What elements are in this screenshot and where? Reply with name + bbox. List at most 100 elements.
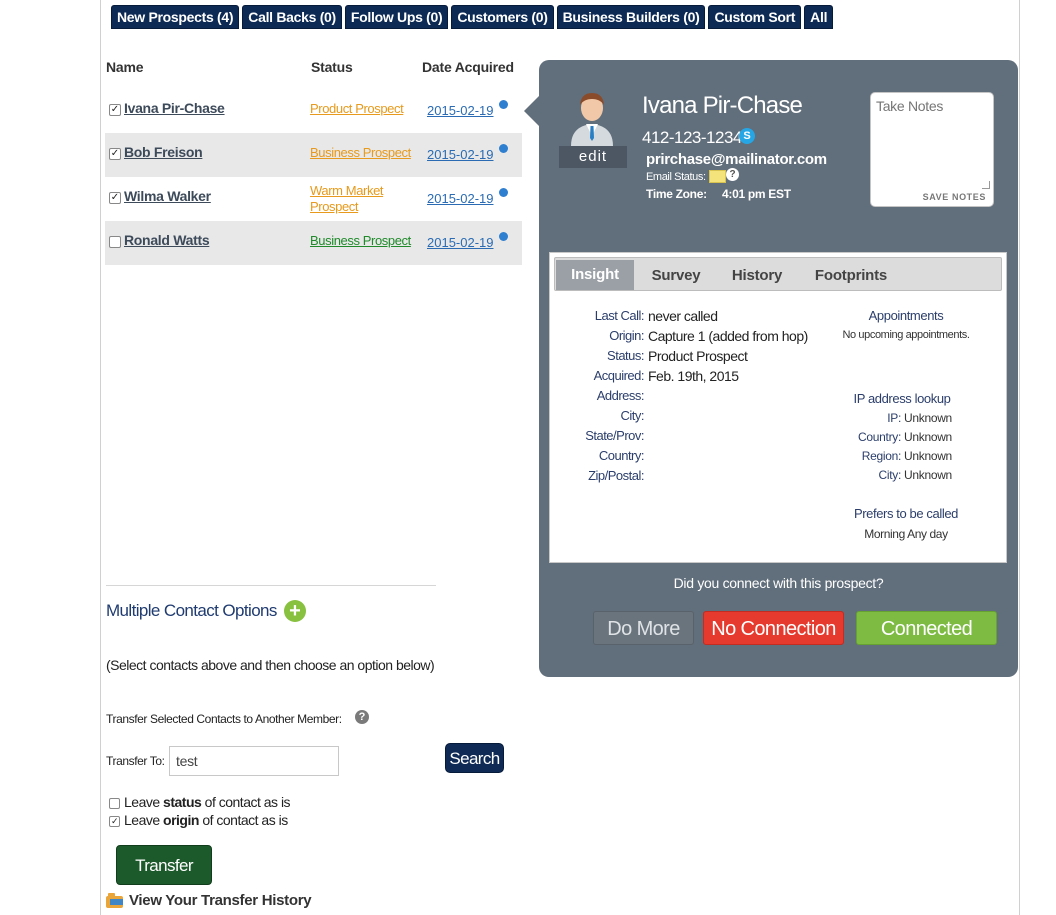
status-link[interactable]: Business Prospect — [310, 233, 411, 249]
tab-history[interactable]: History — [725, 261, 789, 291]
leave-origin-pre: Leave — [124, 812, 164, 828]
last-call-label: Last Call: — [594, 308, 645, 323]
acquired-label: Acquired: — [593, 368, 645, 383]
envelope-icon — [709, 170, 726, 183]
address-label: Address: — [596, 388, 645, 403]
indicator-dot — [499, 188, 508, 197]
leave-origin-bold: origin — [163, 812, 199, 828]
table-row[interactable]: ✓ Ivana Pir-Chase Product Prospect 2015-… — [105, 89, 522, 133]
ip-label: IP: — [887, 411, 901, 425]
tab-insight[interactable]: Insight — [556, 260, 634, 290]
date-link[interactable]: 2015-02-19 — [427, 235, 494, 250]
table-row[interactable]: Ronald Watts Business Prospect 2015-02-1… — [105, 221, 522, 265]
skype-icon[interactable]: S — [739, 128, 755, 144]
transfer-to-input[interactable] — [169, 746, 339, 776]
row-checkbox[interactable]: ✓ — [109, 192, 121, 204]
status-link[interactable]: Business Prospect — [310, 145, 411, 161]
column-header-status[interactable]: Status — [311, 59, 353, 75]
edit-contact-button[interactable]: edit — [559, 146, 627, 168]
left-border — [100, 0, 101, 915]
tab-business-builders[interactable]: Business Builders (0) — [556, 5, 706, 29]
tab-all[interactable]: All — [804, 5, 834, 29]
status-link[interactable]: Product Prospect — [310, 101, 404, 117]
prefers-title: Prefers to be called — [853, 506, 958, 521]
tab-custom-sort[interactable]: Custom Sort — [708, 5, 802, 29]
search-button[interactable]: Search — [445, 743, 504, 773]
contact-phone: 412-123-1234 — [642, 128, 742, 147]
panel-pointer — [524, 95, 540, 127]
leave-status-checkbox[interactable] — [109, 797, 120, 809]
selected-indicator-dot — [499, 100, 508, 109]
do-more-button[interactable]: Do More — [593, 611, 694, 645]
no-connection-button[interactable]: No Connection — [703, 611, 844, 645]
zip-label: Zip/Postal: — [588, 468, 644, 483]
date-link[interactable]: 2015-02-19 — [427, 147, 494, 162]
contact-name-link[interactable]: Ivana Pir-Chase — [124, 100, 225, 116]
indicator-dot — [499, 232, 508, 241]
transfer-to-label: Transfer To: — [106, 754, 165, 768]
leave-status-post: of contact as is — [201, 794, 291, 810]
indicator-dot — [499, 144, 508, 153]
connect-question: Did you connect with this prospect? — [673, 575, 884, 591]
ip-country-value: Unknown — [904, 430, 952, 444]
ip-region-label: Region: — [861, 449, 902, 463]
appointments-title: Appointments — [868, 308, 944, 323]
transfer-history-link[interactable]: View Your Transfer History — [129, 892, 312, 909]
email-status-label: Email Status: — [646, 171, 706, 183]
expand-plus-icon[interactable]: + — [284, 600, 306, 622]
status-value: Product Prospect — [648, 348, 748, 364]
city-label: City: — [620, 408, 645, 423]
leave-status-option[interactable]: Leave status of contact as is — [109, 794, 291, 810]
contact-name-link[interactable]: Ronald Watts — [124, 232, 210, 248]
contact-category-tabs: New Prospects (4) Call Backs (0) Follow … — [111, 5, 834, 29]
ip-value: Unknown — [904, 411, 952, 425]
multiple-contact-options-title: Multiple Contact Options — [106, 601, 277, 620]
contact-name-link[interactable]: Bob Freison — [124, 144, 203, 160]
right-border — [1019, 0, 1020, 915]
resize-grip-icon[interactable] — [982, 181, 990, 189]
table-row[interactable]: ✓ Wilma Walker Warm Market Prospect 2015-… — [105, 177, 522, 221]
ip-city-label: City: — [878, 468, 901, 482]
contact-name-link[interactable]: Wilma Walker — [124, 188, 211, 204]
connected-button[interactable]: Connected — [856, 611, 997, 645]
email-status-help-icon[interactable]: ? — [726, 168, 739, 181]
row-checkbox[interactable]: ✓ — [109, 104, 121, 116]
tab-footprints[interactable]: Footprints — [808, 261, 894, 291]
notes-box: SAVE NOTES — [870, 92, 994, 207]
transfer-help-icon[interactable]: ? — [355, 710, 369, 724]
date-link[interactable]: 2015-02-19 — [427, 103, 494, 118]
folder-icon — [106, 893, 123, 908]
timezone-value: 4:01 pm EST — [722, 187, 791, 201]
leave-status-bold: status — [163, 794, 202, 810]
tab-follow-ups[interactable]: Follow Ups (0) — [344, 5, 449, 29]
tab-call-backs[interactable]: Call Backs (0) — [242, 5, 342, 29]
tab-new-prospects[interactable]: New Prospects (4) — [111, 5, 240, 29]
leave-origin-checkbox[interactable]: ✓ — [109, 815, 120, 827]
tab-customers[interactable]: Customers (0) — [451, 5, 554, 29]
status-link[interactable]: Warm Market Prospect — [310, 183, 384, 215]
row-checkbox[interactable]: ✓ — [109, 148, 121, 160]
save-notes-button[interactable]: SAVE NOTES — [923, 192, 986, 202]
selection-instructions: (Select contacts above and then choose a… — [106, 657, 435, 673]
contact-name: Ivana Pir-Chase — [642, 92, 803, 119]
status-line-2: Prospect — [310, 199, 359, 214]
acquired-value: Feb. 19th, 2015 — [648, 368, 739, 384]
date-link[interactable]: 2015-02-19 — [427, 191, 494, 206]
origin-label: Origin: — [609, 328, 644, 343]
column-header-date[interactable]: Date Acquired — [422, 59, 514, 75]
contact-email: prirchase@mailinator.com — [646, 151, 827, 168]
state-label: State/Prov: — [585, 428, 644, 443]
ip-country-label: Country: — [858, 430, 901, 444]
leave-status-pre: Leave — [124, 794, 164, 810]
tab-survey[interactable]: Survey — [644, 261, 708, 291]
column-header-name[interactable]: Name — [106, 59, 144, 75]
table-row[interactable]: ✓ Bob Freison Business Prospect 2015-02-… — [105, 133, 522, 177]
notes-textarea[interactable] — [876, 98, 988, 186]
divider — [106, 585, 436, 586]
leave-origin-option[interactable]: ✓ Leave origin of contact as is — [109, 812, 288, 828]
row-checkbox[interactable] — [109, 236, 121, 248]
prefers-text: Morning Any day — [864, 527, 948, 541]
transfer-button[interactable]: Transfer — [116, 845, 212, 885]
ip-city-value: Unknown — [904, 468, 952, 482]
country-label: Country: — [598, 448, 645, 463]
